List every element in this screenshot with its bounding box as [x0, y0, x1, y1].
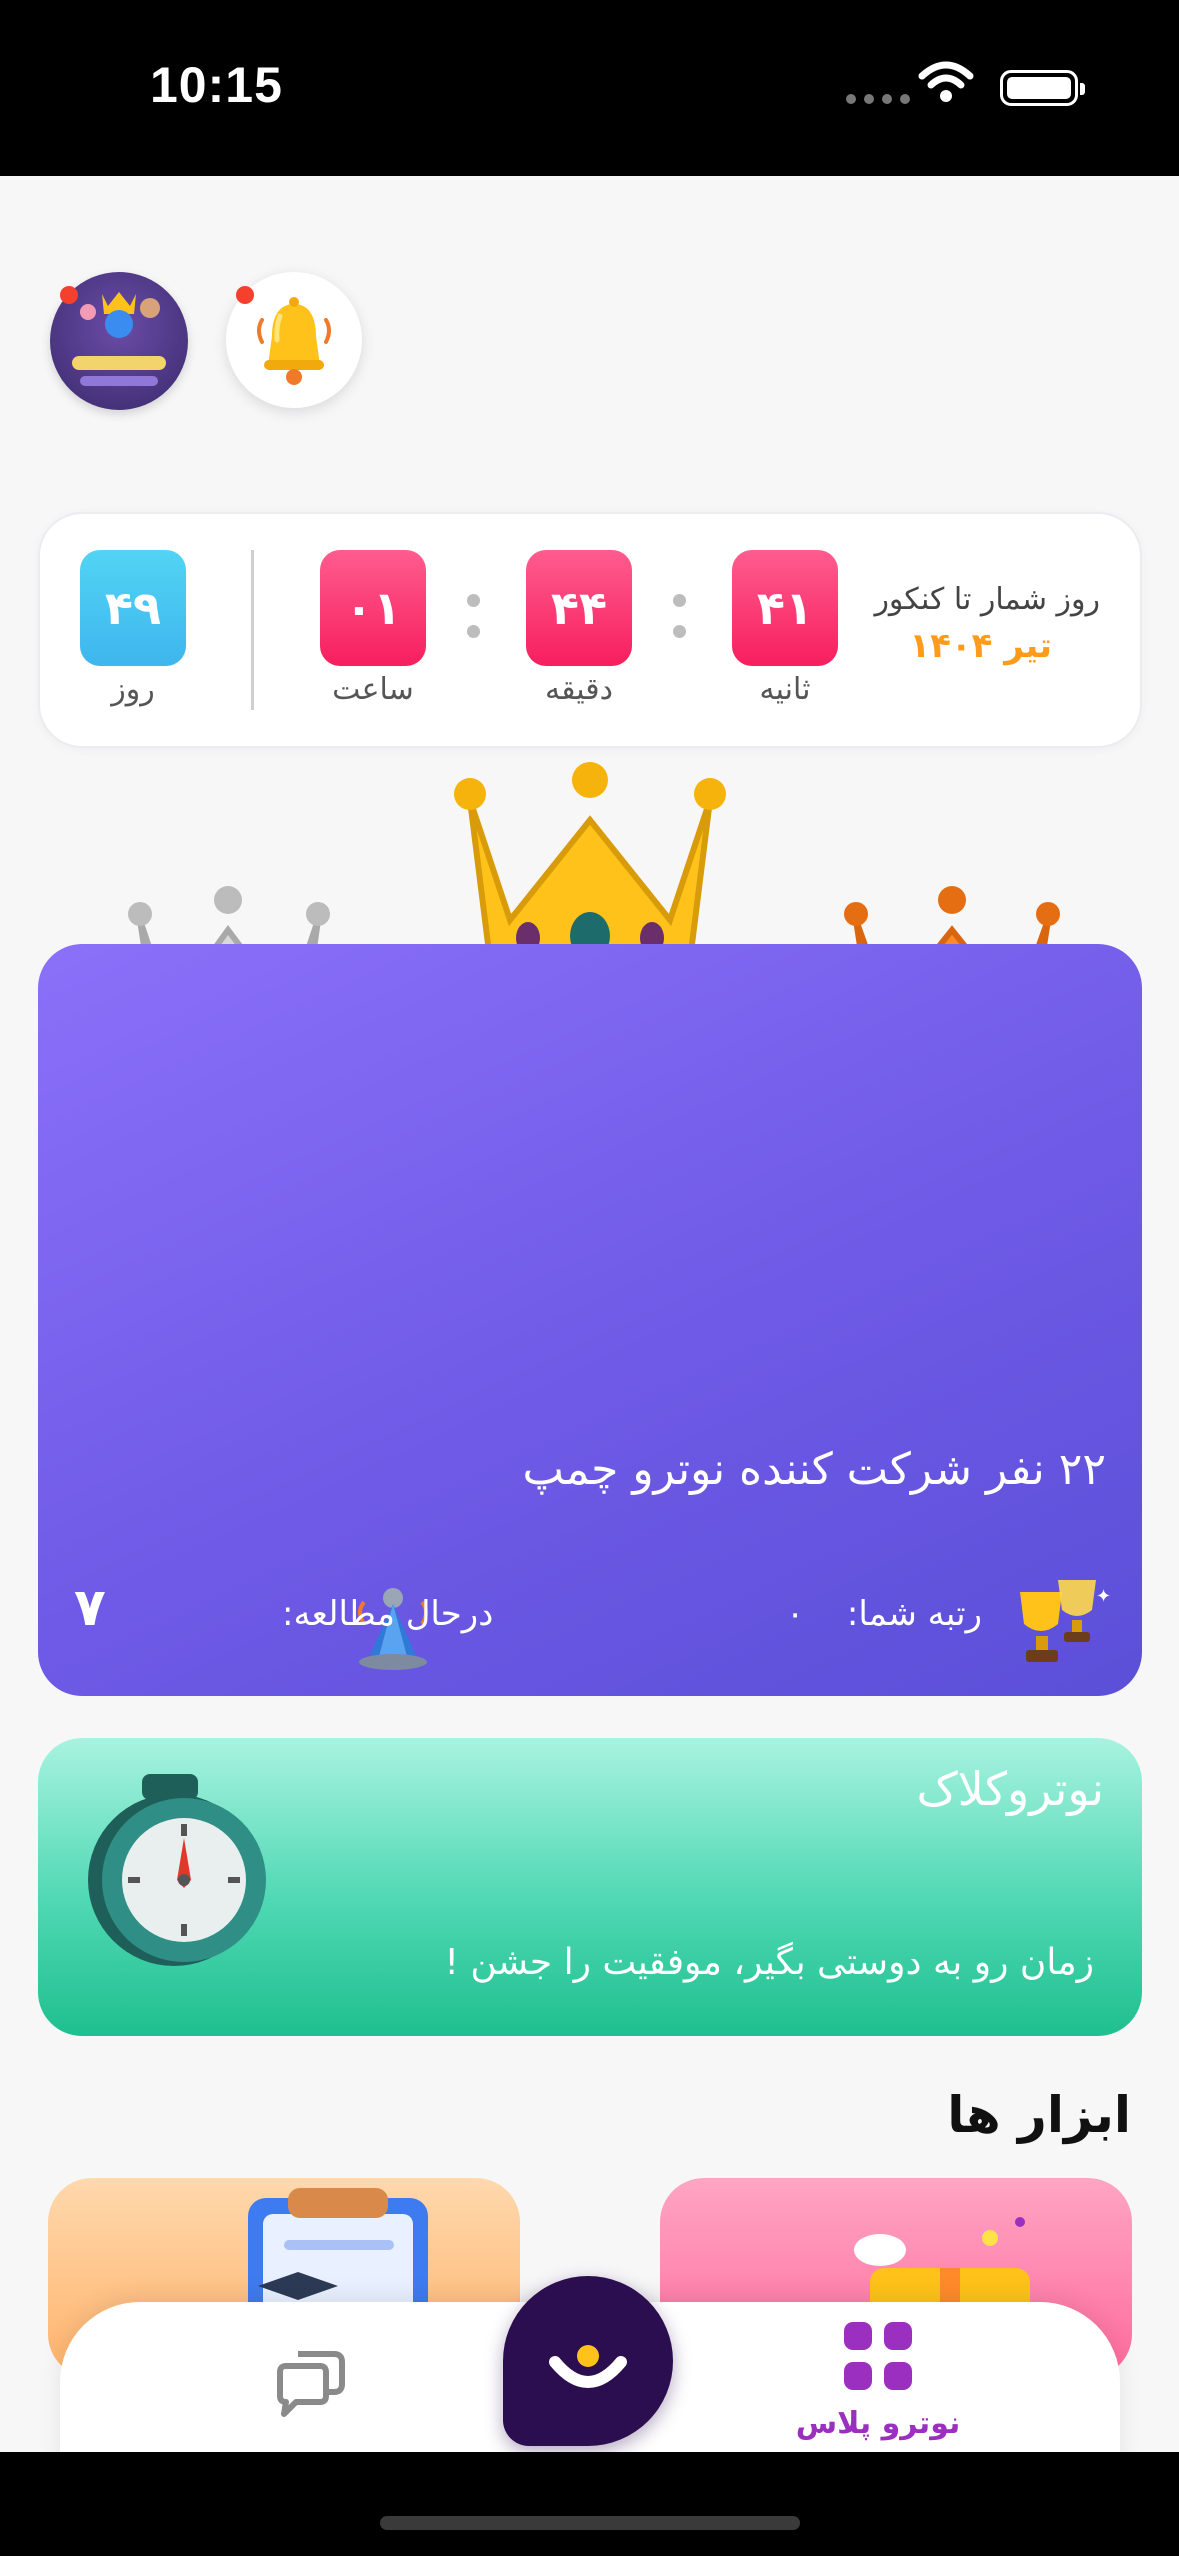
days-label: روز — [111, 672, 155, 707]
app-screen: { "status_bar": {"time": "10:15"}, "head… — [0, 0, 1179, 2556]
nutroclock-subtitle: زمان رو به دوستی بگیر، موفقیت را جشن ! — [444, 1942, 1094, 1983]
studying-now-count: ۷ — [74, 1578, 106, 1638]
your-rank-label: رتبه شما: — [846, 1594, 982, 1634]
seconds-label: ثانیه — [759, 672, 811, 707]
status-bar: 10:15 — [0, 0, 1179, 176]
home-logo-icon — [549, 2345, 627, 2388]
trophy-icon: ✦ — [1020, 1580, 1110, 1662]
status-time: 10:15 — [150, 57, 283, 113]
home-indicator[interactable] — [380, 2516, 800, 2530]
nutro-champ-card[interactable]: ۲۲ نفر شرکت کننده نوترو چمپ ✦ رتبه شما: … — [38, 944, 1142, 1696]
colon-separator — [465, 594, 481, 638]
home-indicator-area — [0, 2452, 1179, 2556]
seconds-tile: ۴۱ — [732, 550, 838, 666]
champ-participants-title: ۲۲ نفر شرکت کننده نوترو چمپ — [522, 1444, 1106, 1495]
divider — [251, 550, 254, 710]
colon-separator — [671, 594, 687, 638]
svg-text:✦: ✦ — [1096, 1586, 1110, 1607]
hours-tile: ۰۱ — [320, 550, 426, 666]
profile-badge — [60, 286, 78, 304]
nav-nutro-plus-label: نوترو پلاس — [795, 2406, 961, 2441]
hours-label: ساعت — [332, 672, 414, 707]
grid-icon — [844, 2322, 912, 2390]
wifi-icon — [918, 61, 974, 102]
nav-home-button[interactable] — [503, 2276, 673, 2446]
battery-icon — [1000, 70, 1085, 106]
stopwatch-icon — [88, 1774, 266, 1966]
minutes-tile: ۴۴ — [526, 550, 632, 666]
bell-icon — [257, 297, 331, 385]
your-rank-value: ۰ — [786, 1594, 805, 1634]
signal-icon — [846, 94, 910, 104]
minutes-label: دقیقه — [544, 672, 613, 707]
countdown-target-date: تیر ۱۴۰۴ — [909, 626, 1052, 666]
nutroclock-card[interactable]: نوتروکلاک زمان رو به دوستی بگیر، موفقیت … — [38, 1738, 1142, 2036]
logo-text: نوتروفیل! — [1120, 256, 1135, 411]
nutroclock-title: نوتروکلاک — [916, 1762, 1104, 1816]
app-logo: نوتروفیل! — [1120, 256, 1135, 411]
nav-nutro-plus[interactable]: نوترو پلاس — [768, 2316, 988, 2466]
days-tile: ۴۹ — [80, 550, 186, 666]
chat-icon[interactable] — [270, 2344, 350, 2424]
exam-countdown-card[interactable]: روز شمار تا کنکور تیر ۱۴۰۴ ۴۱ ثانیه ۴۴ د… — [38, 512, 1142, 748]
studying-now-label: درحال مطالعه: — [282, 1594, 494, 1634]
countdown-title: روز شمار تا کنکور — [874, 582, 1100, 617]
notification-badge — [236, 286, 254, 304]
tools-section-title: ابزار ها — [947, 2086, 1131, 2144]
